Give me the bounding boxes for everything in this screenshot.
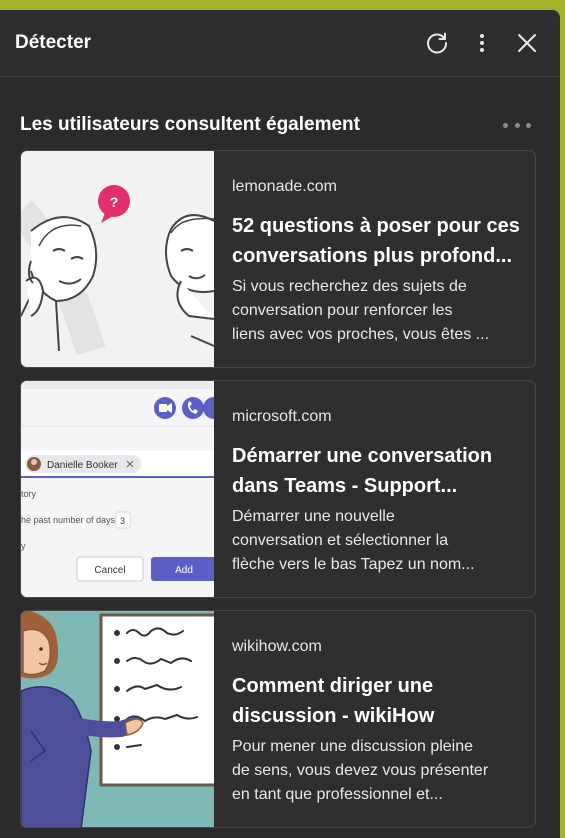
thumb-text-1: tory bbox=[21, 489, 37, 499]
result-card-wikihow[interactable]: wikihow.com Comment diriger une discussi… bbox=[20, 610, 536, 828]
refresh-icon bbox=[427, 32, 448, 54]
card-description: Démarrer une nouvelle conversation et sé… bbox=[232, 508, 475, 573]
thumb-add-label: Add bbox=[175, 565, 193, 576]
more-vertical-icon bbox=[480, 34, 484, 52]
result-card-lemonade[interactable]: ? lemonade.com 52 questions à poser pour… bbox=[20, 150, 536, 368]
discover-panel: Détecter Les utilisateurs consultent éga… bbox=[0, 10, 560, 838]
close-button[interactable] bbox=[513, 29, 541, 57]
card-description: Pour mener une discussion pleine de sens… bbox=[232, 738, 489, 803]
thumb-text-3: y bbox=[21, 541, 26, 551]
panel-header: Détecter bbox=[0, 10, 560, 77]
card-title[interactable]: 52 questions à poser pour ces conversati… bbox=[232, 211, 524, 271]
more-horizontal-icon bbox=[503, 122, 508, 128]
more-horizontal-icon-dot bbox=[514, 122, 520, 128]
section-title: Les utilisateurs consultent également bbox=[20, 114, 360, 135]
thumb-cancel-label: Cancel bbox=[94, 565, 125, 576]
thumb-days-value: 3 bbox=[120, 516, 125, 526]
thumb-chip-name: Danielle Booker bbox=[47, 460, 118, 471]
card-thumbnail bbox=[21, 611, 214, 827]
section-more-button[interactable] bbox=[503, 118, 531, 132]
card-title[interactable]: Démarrer une conversation dans Teams - S… bbox=[232, 441, 524, 501]
card-source: wikihow.com bbox=[232, 638, 322, 655]
more-horizontal-icon-dot bbox=[526, 122, 531, 128]
card-source: lemonade.com bbox=[232, 178, 337, 195]
thumb-text-2: he past number of days: bbox=[21, 515, 118, 525]
result-card-microsoft[interactable]: Danielle Booker tory he past number of d… bbox=[20, 380, 536, 598]
refresh-button[interactable] bbox=[423, 29, 451, 57]
card-thumbnail: Danielle Booker tory he past number of d… bbox=[21, 381, 214, 597]
svg-text:?: ? bbox=[110, 194, 119, 210]
close-icon bbox=[518, 34, 536, 52]
card-title[interactable]: Comment diriger une discussion - wikiHow bbox=[232, 671, 524, 731]
panel-title: Détecter bbox=[15, 32, 92, 53]
card-thumbnail: ? bbox=[21, 151, 214, 367]
card-source: microsoft.com bbox=[232, 408, 332, 425]
card-description: Si vous recherchez des sujets de convers… bbox=[232, 278, 490, 343]
more-options-button[interactable] bbox=[468, 29, 496, 57]
